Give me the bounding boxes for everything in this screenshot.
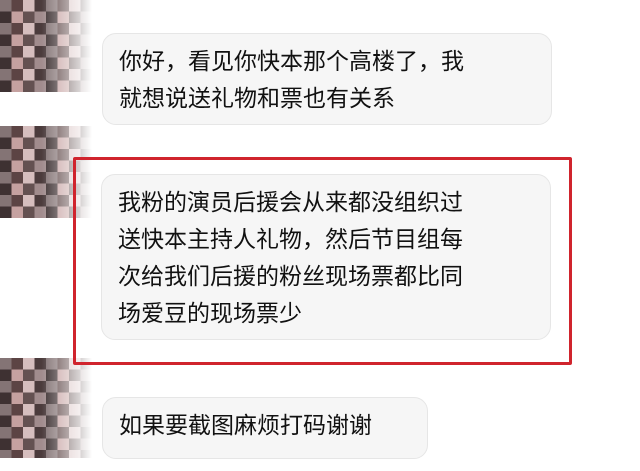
message-bubble: 你好，看见你快本那个高楼了，我 就想说送礼物和票也有关系	[102, 33, 552, 125]
highlight-annotation	[73, 157, 572, 365]
avatar-pixelated[interactable]	[0, 0, 92, 92]
avatar-pixelated[interactable]	[0, 358, 92, 458]
message-bubble: 如果要截图麻烦打码谢谢	[102, 397, 428, 459]
